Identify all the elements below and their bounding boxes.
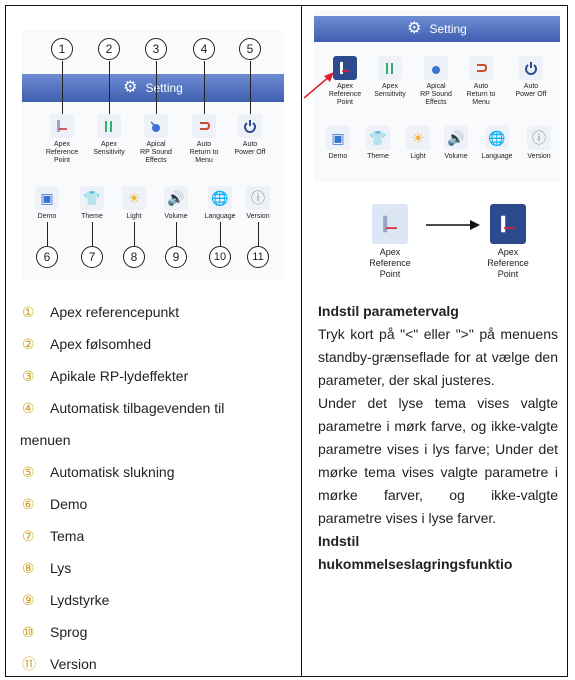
compare-dark: Apex Reference Point <box>480 204 536 280</box>
r-menu-auto-return[interactable]: Auto Return to Menu <box>458 56 504 107</box>
callout-5: 5 <box>239 38 261 60</box>
sensitivity-icon <box>97 114 121 138</box>
version-icon: ⓘ <box>246 186 270 210</box>
instructions-text: Indstil parametervalg Tryk kort på "<" e… <box>318 300 558 576</box>
arrow-right-icon <box>426 220 480 230</box>
callout-1: 1 <box>51 38 73 60</box>
leader-line <box>47 222 48 246</box>
menu-auto-power-off[interactable]: Auto Power Off <box>225 114 275 157</box>
light-icon: ☀ <box>406 126 430 150</box>
callout-11: 11 <box>247 246 269 268</box>
leader-line <box>220 222 221 246</box>
menu-apex-reference[interactable]: Apex Reference Point <box>37 114 87 165</box>
gear-icon: ⚙ <box>407 20 422 37</box>
volume-icon: 🔊 <box>444 126 468 150</box>
legend-item: ⑧ Lys <box>22 560 72 576</box>
callout-2: 2 <box>98 38 120 60</box>
callout-3: 3 <box>145 38 167 60</box>
heading-indstil: Indstil <box>318 533 360 549</box>
menu-auto-return[interactable]: Auto Return to Menu <box>179 114 229 165</box>
sensitivity-icon <box>378 56 402 80</box>
version-icon: ⓘ <box>527 126 551 150</box>
r-menu-language[interactable]: 🌐 Language <box>473 126 521 161</box>
menu-language[interactable]: 🌐 Language <box>196 186 244 221</box>
callout-10: 10 <box>209 246 231 268</box>
paragraph-theme: Under det lyse tema vises valgte paramet… <box>318 395 558 526</box>
legend-item: ② Apex følsomhed <box>22 336 152 352</box>
demo-icon: ▣ <box>35 186 59 210</box>
volume-icon: 🔊 <box>164 186 188 210</box>
leader-line <box>92 222 93 246</box>
legend-item: ⑥ Demo <box>22 496 88 512</box>
theme-icon: 👕 <box>366 126 390 150</box>
r-menu-theme[interactable]: 👕 Theme <box>358 126 398 161</box>
legend-item: ⑤ Automatisk slukning <box>22 464 175 480</box>
legend-item: menuen <box>20 432 71 448</box>
gear-icon: ⚙ <box>123 79 138 96</box>
menu-theme[interactable]: 👕 Theme <box>72 186 112 221</box>
theme-icon: 👕 <box>80 186 104 210</box>
callout-7: 7 <box>81 246 103 268</box>
menu-demo[interactable]: ▣ Demo <box>27 186 67 221</box>
leader-line <box>109 61 110 116</box>
r-menu-auto-power-off[interactable]: Auto Power Off <box>506 56 556 99</box>
return-icon <box>192 114 216 138</box>
language-icon: 🌐 <box>208 186 232 210</box>
menu-apex-sensitivity[interactable]: Apex Sensitivity <box>84 114 134 157</box>
r-menu-apical-sound[interactable]: Apical RP Sound Effects <box>413 56 459 107</box>
menu-apical-sound[interactable]: Apical RP Sound Effects <box>131 114 181 165</box>
apex-reference-icon <box>333 56 357 80</box>
apex-reference-icon <box>490 204 526 244</box>
power-icon <box>519 56 543 80</box>
legend-item: ⑦ Tema <box>22 528 85 544</box>
right-settings-header: ⚙ Setting <box>314 16 560 42</box>
r-menu-light[interactable]: ☀ Light <box>398 126 438 161</box>
leader-line <box>258 222 259 246</box>
demo-icon: ▣ <box>326 126 350 150</box>
leader-line <box>204 61 205 116</box>
legend-item: ④ Automatisk tilbagevenden til <box>22 400 225 416</box>
leader-line <box>134 222 135 246</box>
r-menu-apex-sensitivity[interactable]: Apex Sensitivity <box>367 56 413 99</box>
legend-item: ③ Apikale RP-lydeffekter <box>22 368 189 384</box>
leader-line <box>250 61 251 116</box>
paragraph-select: Tryk kort på "<" eller ">" på menuens st… <box>318 326 558 388</box>
sound-effects-icon <box>144 114 168 138</box>
power-icon <box>238 114 262 138</box>
leader-line <box>62 61 63 116</box>
callout-6: 6 <box>36 246 58 268</box>
r-menu-demo[interactable]: ▣ Demo <box>318 126 358 161</box>
callout-4: 4 <box>193 38 215 60</box>
sound-effects-icon <box>424 56 448 80</box>
left-header-title: Setting <box>145 81 183 95</box>
apex-reference-icon <box>372 204 408 244</box>
leader-line <box>156 61 157 116</box>
menu-volume[interactable]: 🔊 Volume <box>156 186 196 221</box>
menu-version[interactable]: ⓘ Version <box>238 186 278 221</box>
callout-9: 9 <box>165 246 187 268</box>
light-icon: ☀ <box>122 186 146 210</box>
r-menu-version[interactable]: ⓘ Version <box>519 126 559 161</box>
r-menu-apex-reference[interactable]: Apex Reference Point <box>322 56 368 107</box>
legend-item: ⑩ Sprog <box>22 624 88 640</box>
legend-item: ⑪ Version <box>22 656 97 672</box>
return-icon <box>469 56 493 80</box>
callout-8: 8 <box>123 246 145 268</box>
legend-item: ⑨ Lydstyrke <box>22 592 110 608</box>
language-icon: 🌐 <box>485 126 509 150</box>
apex-reference-icon <box>50 114 74 138</box>
heading-memory: hukommelseslagringsfunktio <box>318 556 513 572</box>
menu-light[interactable]: ☀ Light <box>114 186 154 221</box>
column-divider <box>301 5 302 677</box>
leader-line <box>176 222 177 246</box>
heading-parametervalg: Indstil parametervalg <box>318 303 459 319</box>
r-menu-volume[interactable]: 🔊 Volume <box>436 126 476 161</box>
right-header-title: Setting <box>429 22 467 36</box>
compare-light: Apex Reference Point <box>362 204 418 280</box>
legend-item: ① Apex referencepunkt <box>22 304 180 320</box>
